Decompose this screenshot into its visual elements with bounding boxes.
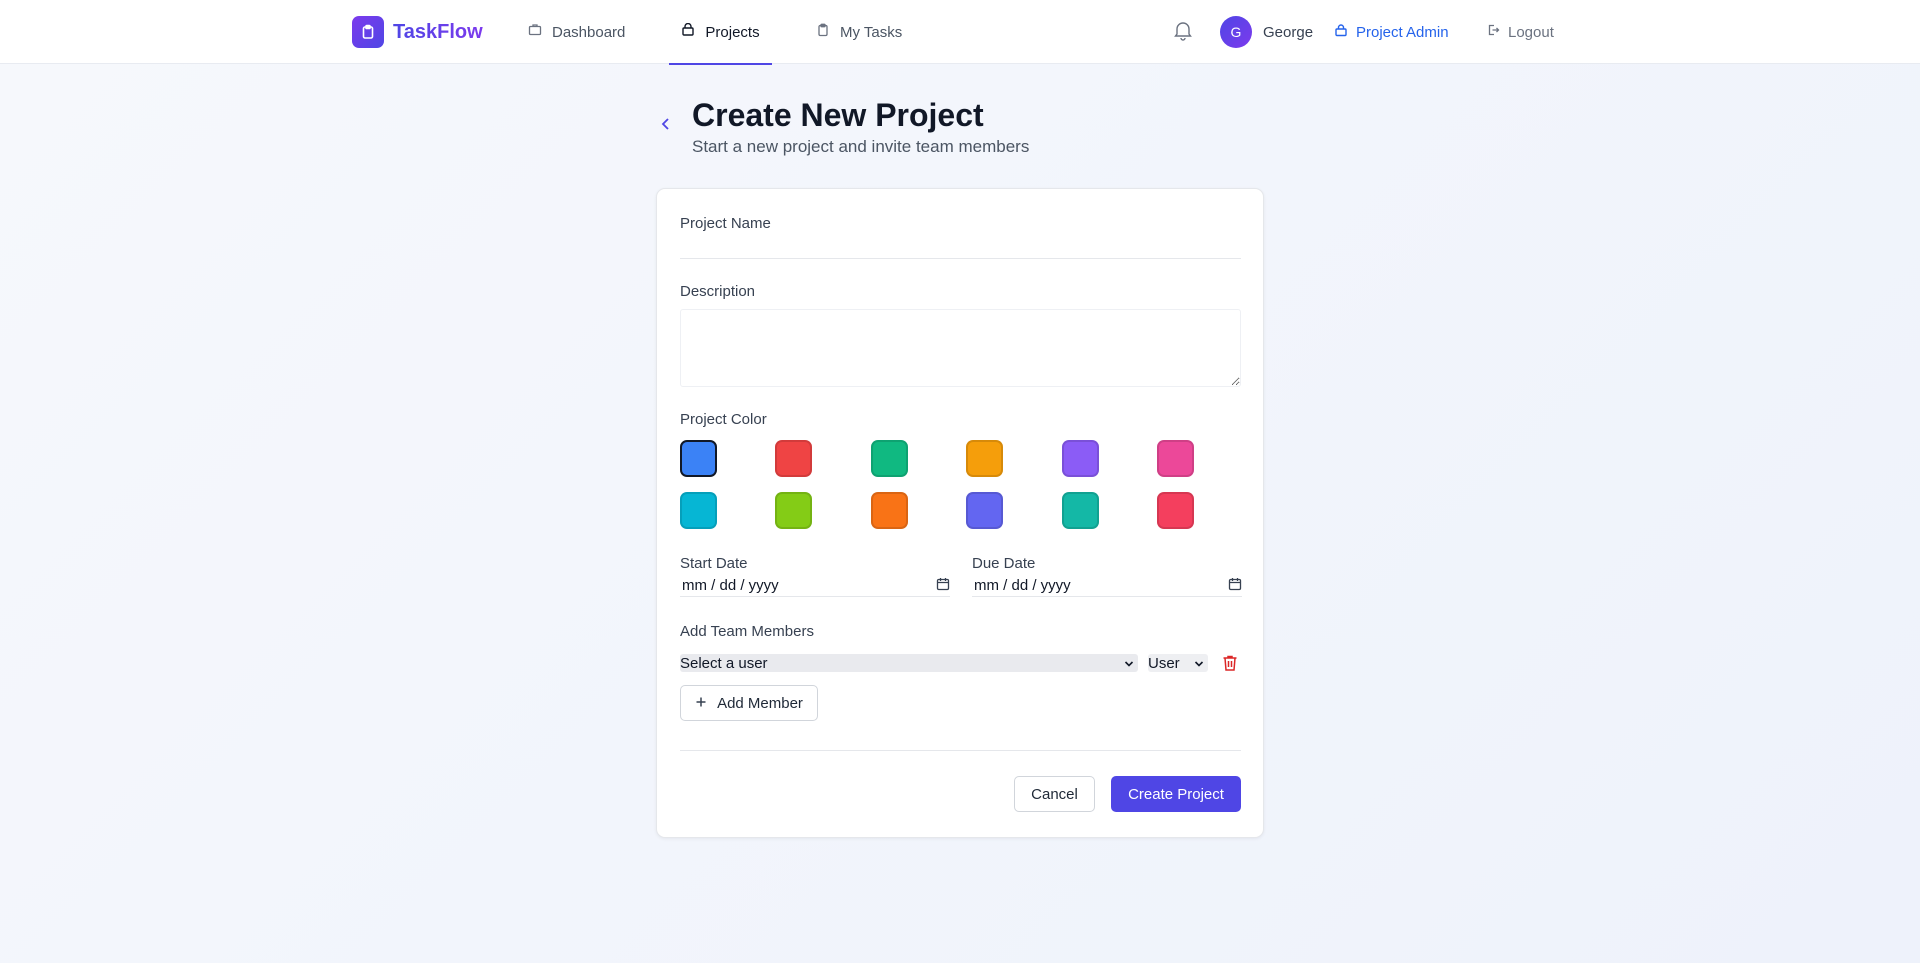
nav-projects[interactable]: Projects [669, 0, 772, 65]
color-swatch[interactable] [870, 440, 908, 477]
clipboard-logo-icon [352, 16, 384, 48]
member-role-select-value: User [1148, 654, 1180, 672]
project-color-label: Project Color [680, 411, 767, 428]
due-date-input[interactable]: mm / dd / yyyy [972, 575, 1242, 597]
color-swatch[interactable] [1061, 492, 1099, 529]
member-role-select[interactable]: User [1148, 654, 1208, 672]
briefcase-icon [528, 23, 542, 41]
avatar: G [1220, 16, 1252, 48]
start-date-placeholder: mm / dd / yyyy [682, 577, 779, 594]
page-header: Create New Project Start a new project a… [656, 96, 1256, 160]
color-swatch[interactable] [1061, 440, 1099, 477]
lock-icon [1334, 23, 1348, 41]
nav-projects-label: Projects [705, 23, 760, 41]
nav-dashboard-label: Dashboard [552, 23, 626, 41]
member-user-select[interactable]: Select a user [680, 654, 1138, 672]
create-project-button[interactable]: Create Project [1111, 776, 1241, 812]
logout-label: Logout [1508, 23, 1554, 41]
color-swatch[interactable] [775, 440, 813, 477]
project-admin-label: Project Admin [1356, 23, 1449, 41]
remove-member-button[interactable] [1222, 654, 1240, 672]
user-name: George [1263, 23, 1314, 41]
start-date-label: Start Date [680, 555, 748, 572]
due-date-label: Due Date [972, 555, 1036, 572]
plus-icon [695, 695, 707, 712]
team-members-label: Add Team Members [680, 623, 814, 640]
member-user-select-value: Select a user [680, 654, 768, 672]
nav-dashboard[interactable]: Dashboard [528, 0, 625, 64]
notifications-button[interactable] [1172, 0, 1194, 64]
start-date-input[interactable]: mm / dd / yyyy [680, 575, 950, 597]
chevron-left-icon [660, 117, 672, 136]
user-menu[interactable]: G George [1220, 0, 1313, 64]
description-textarea[interactable] [680, 309, 1241, 387]
project-name-label: Project Name [680, 215, 771, 232]
active-tab-indicator [669, 63, 772, 65]
logout-button[interactable]: Logout [1486, 0, 1554, 64]
trash-icon [1222, 655, 1238, 676]
color-swatch[interactable] [966, 440, 1004, 477]
page-subtitle: Start a new project and invite team memb… [692, 137, 1030, 156]
color-swatch[interactable] [870, 492, 908, 529]
brand-name: TaskFlow [393, 20, 483, 43]
clipboard-icon [816, 23, 830, 41]
description-label: Description [680, 283, 756, 300]
color-swatch[interactable] [680, 440, 717, 477]
calendar-icon [936, 577, 950, 595]
add-member-button[interactable]: Add Member [680, 685, 818, 721]
calendar-icon [1228, 577, 1242, 595]
nav-my-tasks[interactable]: My Tasks [816, 0, 902, 64]
page-title: Create New Project [692, 97, 984, 133]
color-swatch[interactable] [680, 492, 717, 529]
color-swatch[interactable] [966, 492, 1004, 529]
color-swatch[interactable] [1157, 440, 1194, 477]
back-button[interactable] [656, 116, 676, 136]
cancel-button[interactable]: Cancel [1014, 776, 1095, 812]
nav-my-tasks-label: My Tasks [840, 23, 903, 41]
project-admin-link[interactable]: Project Admin [1334, 0, 1449, 64]
logout-icon [1486, 23, 1500, 41]
bell-icon [1172, 19, 1194, 46]
create-project-form: Project Name Description Project Color S… [656, 188, 1264, 838]
project-name-input[interactable] [680, 239, 1241, 259]
top-navbar: TaskFlow Dashboard Projects My Tasks G G… [0, 0, 1920, 65]
chevron-down-icon [1194, 655, 1204, 672]
brand[interactable]: TaskFlow [352, 16, 483, 48]
add-member-label: Add Member [717, 694, 803, 712]
color-swatch[interactable] [775, 492, 813, 529]
due-date-placeholder: mm / dd / yyyy [974, 577, 1071, 594]
color-swatch[interactable] [1157, 492, 1194, 529]
folder-icon [681, 22, 695, 41]
form-divider [680, 750, 1241, 751]
chevron-down-icon [1124, 655, 1134, 672]
